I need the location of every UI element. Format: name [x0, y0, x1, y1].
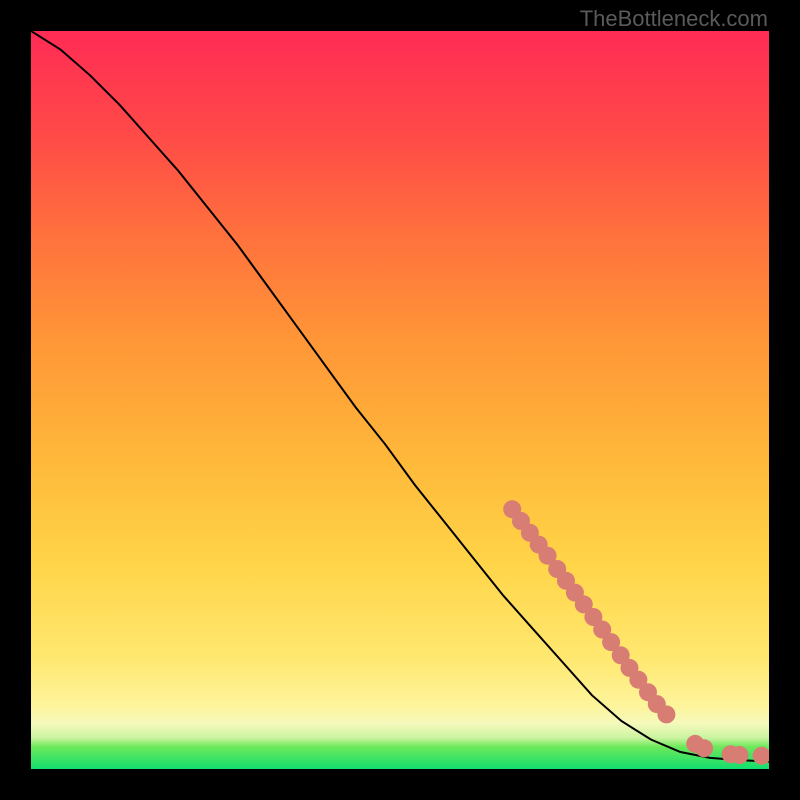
data-marker [731, 746, 749, 764]
data-marker [648, 695, 666, 713]
data-marker [566, 584, 584, 602]
curve-line [31, 31, 769, 762]
data-marker [621, 659, 639, 677]
data-marker [575, 595, 593, 613]
data-marker [548, 560, 566, 578]
chart-frame: TheBottleneck.com [0, 0, 800, 800]
watermark-text: TheBottleneck.com [580, 6, 768, 32]
data-marker [557, 572, 575, 590]
data-marker [512, 512, 530, 530]
data-marker [639, 683, 657, 701]
marker-group [503, 500, 769, 765]
data-marker [593, 621, 611, 639]
data-marker [686, 735, 704, 753]
chart-overlay [31, 31, 769, 769]
data-marker [629, 671, 647, 689]
data-marker [503, 500, 521, 518]
data-marker [521, 524, 539, 542]
data-marker [584, 608, 602, 626]
data-marker [695, 739, 713, 757]
plot-area [31, 31, 769, 769]
data-marker [530, 536, 548, 554]
data-marker [602, 633, 620, 651]
data-marker [753, 747, 769, 765]
data-marker [722, 745, 740, 763]
data-marker [612, 646, 630, 664]
data-marker [657, 705, 675, 723]
data-marker [539, 547, 557, 565]
